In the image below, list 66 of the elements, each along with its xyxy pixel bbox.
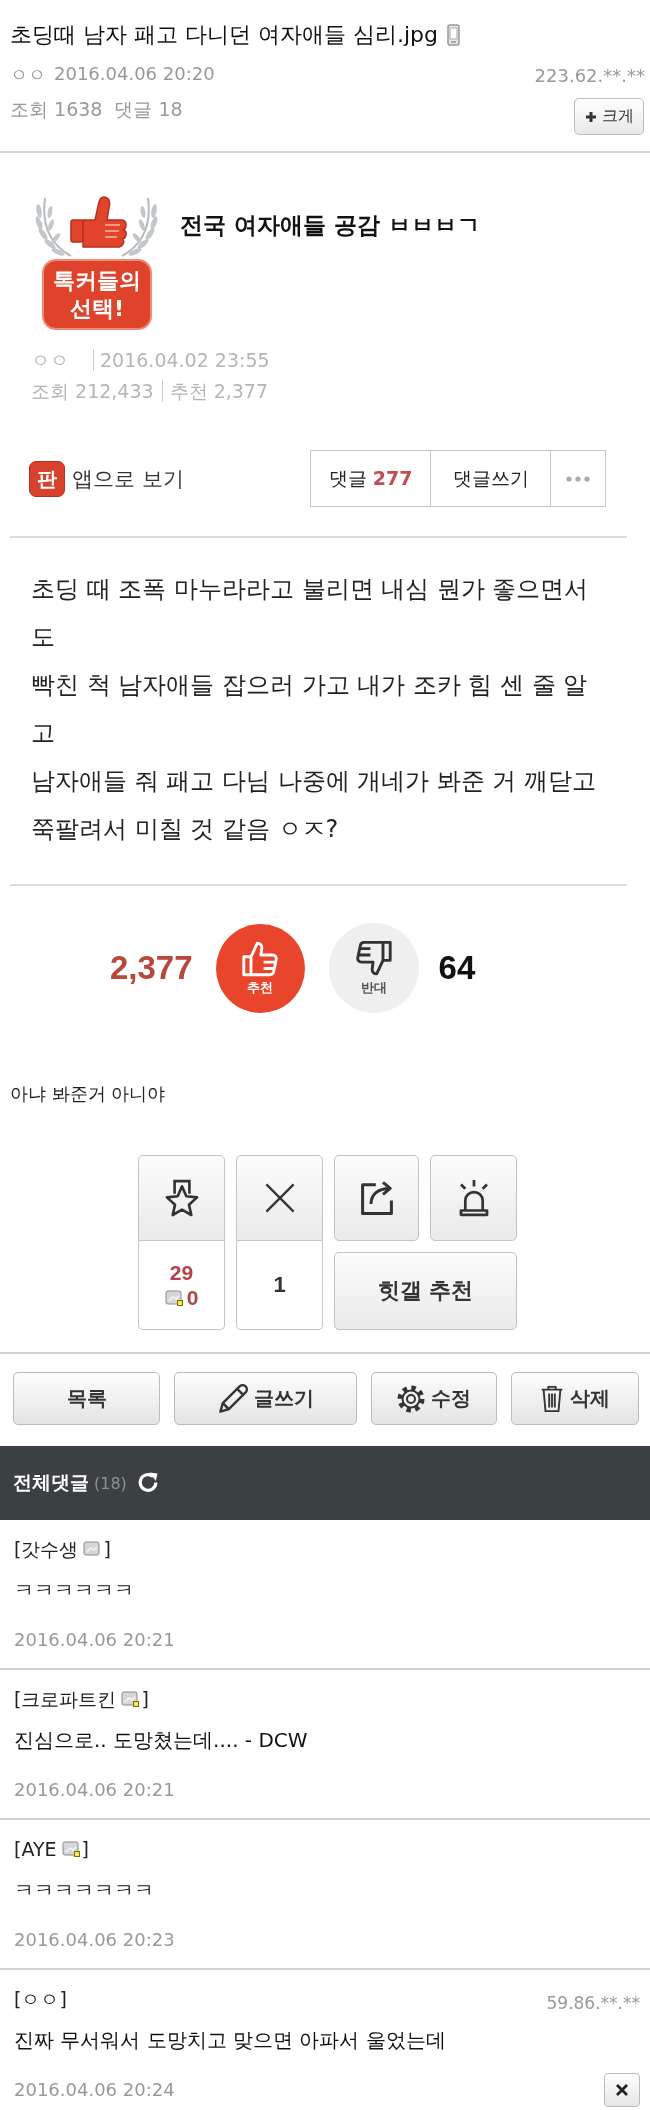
star-icon bbox=[163, 1179, 200, 1217]
star-button[interactable] bbox=[138, 1155, 225, 1241]
comment-text: 진짜 무서워서 도망치고 맞으면 아파서 울었는데 bbox=[14, 2027, 447, 2053]
siren-button[interactable] bbox=[430, 1155, 517, 1241]
delete-comment-button[interactable] bbox=[604, 2073, 640, 2107]
close-icon bbox=[615, 2083, 629, 2097]
caption-text: 아냐 봐준거 아니야 bbox=[10, 1082, 166, 1106]
comment-date: 2016.04.06 20:23 bbox=[14, 1928, 175, 1952]
post-title: 초딩때 남자 패고 다니던 여자애들 심리.jpg bbox=[10, 21, 438, 49]
share-icon bbox=[358, 1180, 395, 1216]
edit-button[interactable]: 수정 bbox=[371, 1372, 497, 1425]
post-date: 2016.04.06 20:20 bbox=[54, 63, 215, 86]
upvote-button[interactable]: 추천 bbox=[215, 923, 305, 1013]
author-name: ㅇㅇ bbox=[10, 63, 46, 87]
comments-count: (18) bbox=[94, 1473, 127, 1493]
comments-button[interactable]: 댓글 277 bbox=[310, 450, 431, 507]
comment-author[interactable]: [갓수생 ] bbox=[14, 1536, 111, 1562]
refresh-icon[interactable] bbox=[136, 1472, 159, 1494]
thumbs-down-icon bbox=[355, 940, 392, 977]
comment-author[interactable]: [크로파트킨 ] bbox=[14, 1686, 149, 1712]
comment-author[interactable]: [AYE ] bbox=[14, 1836, 89, 1862]
gear-icon bbox=[397, 1384, 425, 1413]
recommend-count: 29 bbox=[169, 1260, 194, 1285]
delete-button[interactable]: 삭제 bbox=[511, 1372, 639, 1425]
post-date: 2016.04.02 23:55 bbox=[93, 349, 270, 371]
comment-text: ㅋㅋㅋㅋㅋㅋ bbox=[14, 1577, 135, 1603]
write-comment-button[interactable]: 댓글쓰기 bbox=[431, 450, 551, 507]
pencil-icon bbox=[217, 1383, 248, 1414]
comment-date: 2016.04.06 20:21 bbox=[14, 1628, 175, 1652]
article-title: 전국 여자애들 공감 ㅂㅂㅂㄱ bbox=[180, 211, 481, 240]
hit-recommend-button[interactable]: 힛갤 추천 bbox=[334, 1252, 517, 1330]
downvote-count: 64 bbox=[438, 949, 476, 987]
write-button[interactable]: 글쓰기 bbox=[174, 1372, 357, 1425]
view-count: 조회 212,433 bbox=[31, 380, 154, 402]
more-icon bbox=[566, 475, 590, 482]
thumbs-up-icon bbox=[242, 940, 279, 977]
ip-address: 223.62.**.** bbox=[534, 64, 645, 86]
comment-text: ㅋㅋㅋㅋㅋㅋㅋ bbox=[14, 1877, 155, 1903]
comment-author[interactable]: [ㅇㅇ] bbox=[14, 1986, 67, 2012]
member-recommend-count: 0 bbox=[186, 1285, 199, 1310]
upvote-count: 2,377 bbox=[110, 949, 193, 987]
body-paragraph: 초딩 때 조폭 마누라라고 불리면 내심 뭔가 좋으면서도 bbox=[31, 574, 590, 653]
comments-title: 전체댓글 bbox=[13, 1470, 89, 1495]
award-badge: 톡커들의 선택! bbox=[42, 259, 152, 330]
cross-button[interactable] bbox=[236, 1155, 323, 1241]
count-panel: 1 bbox=[236, 1241, 323, 1330]
list-button[interactable]: 목록 bbox=[13, 1372, 160, 1425]
zoom-button[interactable]: 크게 bbox=[574, 98, 644, 135]
ip-address: 59.86.**.** bbox=[546, 1992, 640, 2014]
author-name: ㅇㅇ bbox=[31, 349, 69, 371]
body-paragraph: 쭉팔려서 미칠 것 같음 ㅇㅈ? bbox=[31, 814, 340, 845]
comment-text: 진심으로.. 도망쳤는데.... - DCW bbox=[14, 1727, 309, 1753]
app-logo: 판 bbox=[29, 460, 65, 497]
view-count: 조회 1638 bbox=[10, 98, 103, 120]
comment-count: 댓글 18 bbox=[114, 98, 183, 120]
trash-icon bbox=[540, 1384, 564, 1413]
comment-date: 2016.04.06 20:21 bbox=[14, 1778, 175, 1802]
share-button[interactable] bbox=[334, 1155, 419, 1241]
recommend-count: 추천 2,377 bbox=[161, 380, 269, 402]
app-link[interactable]: 앱으로 보기 bbox=[72, 464, 184, 493]
comment-date: 2016.04.06 20:24 bbox=[14, 2078, 175, 2102]
plus-icon bbox=[584, 110, 597, 123]
body-paragraph: 남자애들 줘 패고 다님 나중에 개네가 봐준 거 깨닫고 bbox=[31, 766, 598, 797]
profile-tile-icon bbox=[164, 1289, 183, 1306]
downvote-button[interactable]: 반대 bbox=[328, 923, 419, 1013]
body-paragraph: 빡친 척 남자애들 잡으러 가고 내가 조카 힘 센 줄 알고 bbox=[31, 670, 589, 749]
